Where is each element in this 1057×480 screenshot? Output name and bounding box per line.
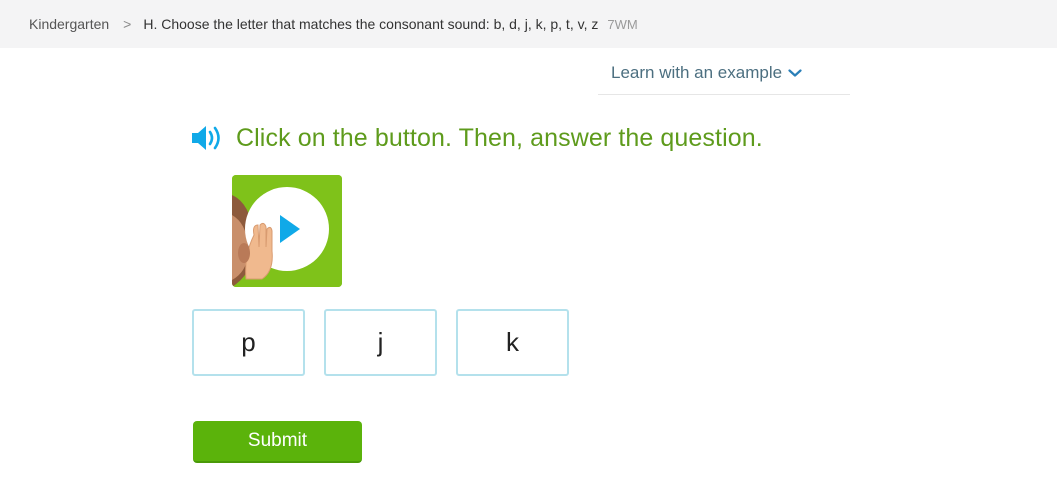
skill-code: 7WM — [607, 16, 638, 32]
question-text: Click on the button. Then, answer the qu… — [236, 123, 763, 152]
answer-choices: p j k — [192, 309, 569, 376]
choice-j[interactable]: j — [324, 309, 437, 376]
skill-title: H. Choose the letter that matches the co… — [143, 16, 599, 32]
question-row: Click on the button. Then, answer the qu… — [190, 118, 763, 158]
submit-button[interactable]: Submit — [193, 421, 362, 463]
breadcrumb-grade-link[interactable]: Kindergarten — [29, 16, 109, 32]
breadcrumb-separator: > — [123, 16, 132, 32]
chevron-down-icon — [788, 69, 802, 77]
choice-k[interactable]: k — [456, 309, 569, 376]
choice-p[interactable]: p — [192, 309, 305, 376]
audio-play-button[interactable] — [232, 175, 342, 287]
learn-with-example-toggle[interactable]: Learn with an example — [598, 52, 850, 95]
ear-listening-illustration — [232, 175, 342, 287]
breadcrumb: Kindergarten > H. Choose the letter that… — [0, 0, 1057, 48]
learn-with-example-label: Learn with an example — [611, 63, 783, 82]
speaker-icon[interactable] — [190, 121, 226, 155]
